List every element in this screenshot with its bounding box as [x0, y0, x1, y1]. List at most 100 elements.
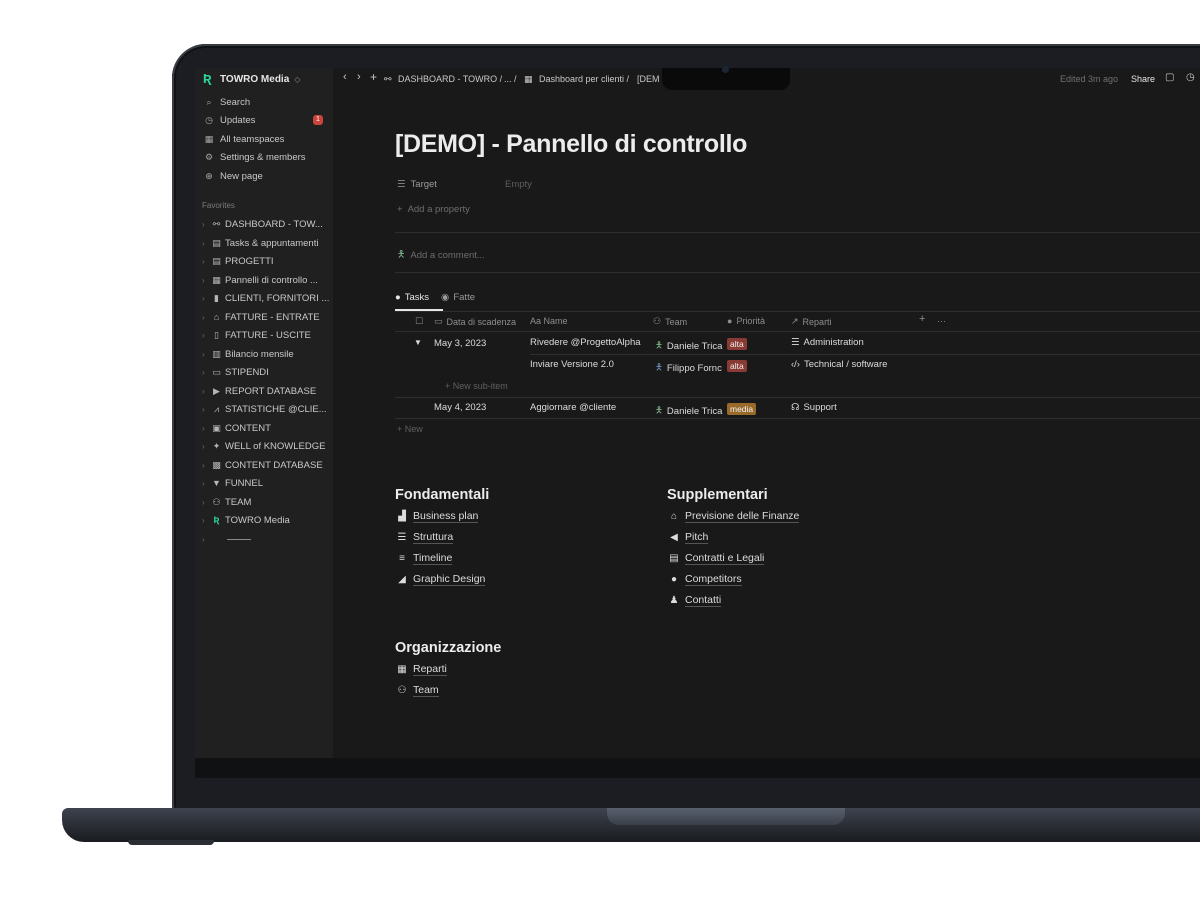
workspace-switcher[interactable]: Ʀ TOWRO Media ◇: [203, 72, 300, 85]
breadcrumb-ellipsis[interactable]: ... /: [504, 74, 517, 84]
forward-icon[interactable]: ›: [357, 71, 361, 83]
sidebar-fav-item[interactable]: › ▮ CLIENTI, FORNITORI ...: [202, 291, 330, 305]
chevron-right-icon[interactable]: ›: [202, 516, 208, 525]
new-sub-item-button[interactable]: + New sub-item: [445, 381, 508, 391]
table-cell-reparto[interactable]: ☰ Administration: [791, 337, 864, 348]
sidebar-fav-item[interactable]: › ✦ WELL of KNOWLEDGE: [202, 439, 330, 453]
table-cell-priority[interactable]: alta: [727, 338, 747, 350]
chevron-right-icon[interactable]: ›: [202, 535, 208, 544]
column-header-reparti[interactable]: ↗ Reparti: [791, 316, 832, 327]
sidebar-fav-item[interactable]: › ▭ STIPENDI: [202, 365, 330, 379]
table-cell-name[interactable]: Inviare Versione 2.0: [530, 359, 614, 370]
fav-label: FATTURE - USCITE: [225, 329, 311, 341]
link-contatti[interactable]: ♟ Contatti: [668, 594, 722, 607]
check-circle-icon: ●: [395, 291, 401, 303]
add-column-button[interactable]: +: [919, 313, 925, 325]
sidebar-fav-item[interactable]: › ▼ FUNNEL: [202, 476, 330, 490]
sidebar-fav-item[interactable]: › ▯ FATTURE - USCITE: [202, 328, 330, 342]
sidebar-fav-item[interactable]: › ⌂ FATTURE - ENTRATE: [202, 310, 330, 324]
table-cell-date[interactable]: May 4, 2023: [434, 402, 486, 413]
sidebar-fav-item[interactable]: › ▤ Tasks & appuntamenti: [202, 236, 330, 250]
more-icon[interactable]: ···: [937, 316, 946, 326]
fav-label: DASHBOARD - TOW...: [225, 218, 323, 230]
tab-fatte[interactable]: ◉ Fatte: [441, 290, 475, 304]
toggle-triangle-icon[interactable]: ▼: [414, 338, 422, 347]
sidebar-fav-item[interactable]: › ▩ CONTENT DATABASE: [202, 458, 330, 472]
chevron-right-icon[interactable]: ›: [202, 294, 208, 303]
sidebar-fav-item[interactable]: › ▥ Bilancio mensile: [202, 347, 330, 361]
chevron-right-icon[interactable]: ›: [202, 350, 208, 359]
sidebar-fav-item[interactable]: ›: [202, 532, 330, 546]
link-pitch[interactable]: ◀ Pitch: [668, 531, 709, 544]
comment-icon[interactable]: ▢: [1165, 72, 1174, 83]
sidebar-fav-item[interactable]: › ⩘ STATISTICHE @CLIE...: [202, 402, 330, 416]
sidebar-settings[interactable]: ⚙ Settings & members: [204, 150, 306, 164]
breadcrumb-dashboard-clienti[interactable]: Dashboard per clienti /: [539, 74, 629, 84]
link-reparti[interactable]: ▦ Reparti: [396, 663, 447, 676]
chevron-right-icon[interactable]: ›: [202, 498, 208, 507]
chevron-right-icon[interactable]: ›: [202, 424, 208, 433]
table-cell-name[interactable]: Rivedere @ProgettoAlpha: [530, 337, 641, 348]
gear-icon: ⚙: [204, 151, 214, 162]
sidebar-new-page[interactable]: ⊕ New page: [204, 169, 263, 183]
table-cell-team[interactable]: 🯅 Daniele Trica: [655, 403, 722, 419]
chevron-right-icon[interactable]: ›: [202, 442, 208, 451]
page-title[interactable]: [DEMO] - Pannello di controllo: [395, 130, 747, 159]
sidebar-fav-item[interactable]: › ▣ CONTENT: [202, 421, 330, 435]
chevron-right-icon[interactable]: ›: [202, 276, 208, 285]
table-cell-reparto[interactable]: ☊ Support: [791, 402, 837, 413]
column-header-name[interactable]: Aa Name: [530, 316, 568, 326]
back-icon[interactable]: ‹: [343, 71, 347, 83]
sidebar-fav-item[interactable]: › Ʀ TOWRO Media: [202, 513, 330, 527]
share-button[interactable]: Share: [1131, 74, 1155, 84]
breadcrumb-current[interactable]: [DEM: [637, 74, 660, 84]
sidebar-search[interactable]: ⌕ Search: [204, 95, 250, 109]
plus-icon[interactable]: +: [370, 70, 377, 84]
sidebar-fav-item[interactable]: › ▦ Pannelli di controllo ...: [202, 273, 330, 287]
select-all-checkbox[interactable]: ☐: [415, 316, 423, 327]
table-cell-team[interactable]: 🯅 Daniele Trica: [655, 338, 722, 354]
sidebar-fav-item[interactable]: › ⚯ DASHBOARD - TOW...: [202, 217, 330, 231]
add-comment-input[interactable]: 🯅 Add a comment...: [397, 247, 485, 263]
fav-label: TEAM: [225, 496, 252, 508]
link-graphic-design[interactable]: ◢ Graphic Design: [396, 573, 486, 586]
link-competitors[interactable]: ● Competitors: [668, 573, 742, 586]
property-target[interactable]: ☰ Target: [397, 179, 437, 190]
add-property-button[interactable]: + Add a property: [397, 204, 470, 215]
sidebar-fav-item[interactable]: › ▤ PROGETTI: [202, 254, 330, 268]
chevron-right-icon[interactable]: ›: [202, 387, 208, 396]
table-cell-date[interactable]: May 3, 2023: [434, 338, 486, 349]
chevron-right-icon[interactable]: ›: [202, 405, 208, 414]
link-team[interactable]: ⚇ Team: [396, 684, 439, 697]
table-cell-name[interactable]: Aggiornare @cliente: [530, 402, 616, 413]
sidebar-fav-item[interactable]: › ▶ REPORT DATABASE: [202, 384, 330, 398]
sidebar-all-teamspaces[interactable]: ▦ All teamspaces: [204, 132, 285, 146]
column-header-priority[interactable]: ● Priorità: [727, 316, 765, 326]
sidebar-fav-item[interactable]: › ⚇ TEAM: [202, 495, 330, 509]
table-cell-priority[interactable]: media: [727, 403, 757, 415]
column-header-team[interactable]: ⚇ Team: [653, 316, 687, 327]
table-cell-reparto[interactable]: ‹/› Technical / software: [791, 359, 887, 370]
clock-icon[interactable]: ◷: [1186, 72, 1195, 83]
chevron-right-icon[interactable]: ›: [202, 331, 208, 340]
link-business-plan[interactable]: ▟ Business plan: [396, 510, 479, 523]
tab-tasks[interactable]: ● Tasks: [395, 290, 429, 304]
link-previsione-finanze[interactable]: ⌂ Previsione delle Finanze: [668, 510, 800, 523]
chevron-right-icon[interactable]: ›: [202, 313, 208, 322]
sidebar-updates[interactable]: ◷ Updates: [204, 113, 255, 127]
chevron-right-icon[interactable]: ›: [202, 257, 208, 266]
chevron-right-icon[interactable]: ›: [202, 461, 208, 470]
link-timeline[interactable]: ≡ Timeline: [396, 552, 453, 565]
column-header-date[interactable]: ▭ Data di scadenza: [434, 316, 516, 327]
chevron-right-icon[interactable]: ›: [202, 368, 208, 377]
chevron-right-icon[interactable]: ›: [202, 479, 208, 488]
table-cell-priority[interactable]: alta: [727, 360, 747, 372]
table-cell-team[interactable]: 🯅 Filippo Fornc: [655, 360, 722, 376]
chevron-right-icon[interactable]: ›: [202, 220, 208, 229]
link-contratti-legali[interactable]: ▤ Contratti e Legali: [668, 552, 765, 565]
breadcrumb-dashboard[interactable]: DASHBOARD - TOWRO /: [398, 74, 502, 84]
new-row-button[interactable]: + New: [397, 424, 423, 434]
property-value[interactable]: Empty: [505, 179, 532, 190]
chevron-right-icon[interactable]: ›: [202, 239, 208, 248]
link-struttura[interactable]: ☰ Struttura: [396, 531, 454, 544]
